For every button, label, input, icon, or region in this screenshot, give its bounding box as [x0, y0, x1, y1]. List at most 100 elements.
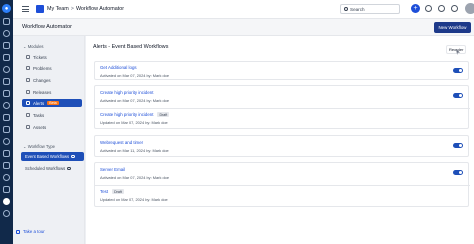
- users-icon[interactable]: [3, 138, 10, 145]
- workflow-name[interactable]: Create high priority incident Draft: [100, 112, 170, 117]
- workflow-type-label: Scheduled Workflows: [25, 166, 66, 171]
- page-header: Workflow Automator New Workflow: [13, 19, 474, 36]
- calendar-icon[interactable]: [3, 114, 10, 121]
- app-rail: ●: [0, 0, 13, 244]
- workflow-row: Test Draft Updated on Mar 07, 2024 by: Ma…: [100, 189, 465, 203]
- team-icon: [36, 5, 44, 13]
- row-divider: [95, 108, 470, 109]
- workflow-name-text: Webrequest and timer: [100, 140, 144, 145]
- workflow-toggle[interactable]: [453, 93, 463, 98]
- tickets-icon[interactable]: [3, 30, 10, 37]
- releases-icon: [26, 90, 30, 94]
- sidebar-item-label: Assets: [33, 124, 47, 130]
- workflow-toggle[interactable]: [453, 68, 463, 73]
- tour-label: Take a tour: [23, 229, 45, 234]
- workflow-toggle[interactable]: [453, 170, 463, 175]
- workflow-type-scheduled[interactable]: Scheduled Workflows: [21, 164, 84, 173]
- draft-badge: Draft: [112, 189, 124, 194]
- menu-icon[interactable]: [22, 6, 29, 12]
- workflow-meta: Updated on Mar 07, 2024 by: Mark doe: [100, 197, 168, 202]
- alerts-icon: [26, 101, 30, 105]
- changes-icon: [26, 78, 30, 82]
- assets-icon[interactable]: [3, 90, 10, 97]
- notifications-icon[interactable]: [425, 5, 432, 12]
- draft-badge: Draft: [157, 112, 170, 117]
- search-icon: [344, 7, 348, 11]
- sidebar-item-tasks[interactable]: Tasks: [22, 111, 82, 119]
- sidebar-item-label: Alerts: [33, 100, 45, 106]
- sidebar: ⌄ Modules Tickets Problems Changes Relea…: [13, 36, 85, 244]
- app-logo-icon[interactable]: ●: [2, 4, 11, 13]
- modules-label: Modules: [27, 44, 44, 49]
- workflow-card: Server Email Activated on Mar 07, 2024 b…: [94, 162, 470, 207]
- breadcrumb-app[interactable]: Workflow Automator: [76, 6, 124, 12]
- sidebar-item-changes[interactable]: Changes: [22, 76, 82, 84]
- workflow-card: Webrequest and timer Activated on Mar 11…: [94, 135, 469, 157]
- alerts-icon[interactable]: [3, 78, 10, 85]
- workflow-meta: Activated on Mar 11, 2024 by: Mark doe: [100, 148, 169, 153]
- workflow-name-text: Create high priority incident: [100, 112, 154, 117]
- workflow-name[interactable]: Create high priority incident: [100, 90, 153, 95]
- help-icon[interactable]: [3, 210, 10, 217]
- monitor-icon[interactable]: [3, 162, 10, 169]
- workflow-toggle[interactable]: [453, 143, 463, 148]
- search-label: Search: [350, 6, 365, 12]
- workflow-name[interactable]: Server Email: [100, 167, 125, 172]
- info-icon: [67, 166, 71, 171]
- tickets-icon: [26, 55, 30, 59]
- workflow-name[interactable]: Get Additional logs: [100, 65, 137, 70]
- breadcrumb-separator: >: [70, 6, 74, 12]
- sidebar-item-label: Changes: [33, 77, 51, 83]
- sidebar-item-problems[interactable]: Problems: [22, 64, 82, 72]
- sidebar-item-tickets[interactable]: Tickets: [22, 53, 82, 61]
- new-workflow-button[interactable]: New Workflow: [434, 22, 471, 33]
- top-bar: My Team > Workflow Automator Search +: [13, 0, 474, 19]
- add-icon[interactable]: +: [411, 4, 420, 13]
- releases-icon[interactable]: [3, 66, 10, 73]
- search-box[interactable]: Search: [340, 4, 400, 14]
- workflow-card: Create high priority incident Activated …: [94, 85, 470, 129]
- workflow-name[interactable]: Webrequest and timer: [100, 140, 143, 145]
- workflow-type-event[interactable]: Event Based Workflows: [21, 152, 84, 161]
- breadcrumb: My Team > Workflow Automator: [47, 6, 124, 12]
- analytics-icon[interactable]: [3, 174, 10, 181]
- problems-icon[interactable]: [3, 42, 10, 49]
- row-divider: [95, 185, 470, 186]
- workflow-meta: Activated on Mar 07, 2024 by: Mark doe: [100, 98, 169, 103]
- integrations-icon[interactable]: [3, 150, 10, 157]
- assets-icon: [26, 125, 30, 129]
- settings-icon[interactable]: [3, 198, 10, 205]
- workflow-name-text: Test: [100, 189, 109, 194]
- sidebar-item-label: Problems: [33, 65, 52, 71]
- workflow-row: Webrequest and timer Activated on Mar 11…: [100, 140, 465, 154]
- section-heading: Alerts - Event Based Workflows: [93, 44, 169, 50]
- knowledge-icon[interactable]: [3, 126, 10, 133]
- sidebar-item-alerts[interactable]: Alerts Beta: [22, 99, 82, 107]
- apps-icon[interactable]: [451, 5, 458, 12]
- breadcrumb-team[interactable]: My Team: [47, 6, 69, 12]
- sidebar-item-label: Tickets: [33, 54, 47, 60]
- workflow-type-heading: ⌄ Workflow Type: [23, 144, 55, 149]
- sidebar-item-assets[interactable]: Assets: [22, 123, 82, 131]
- workflow-name[interactable]: Test Draft: [100, 189, 124, 194]
- workflow-meta: Activated on Mar 07, 2024 by: Mark doe: [100, 175, 169, 180]
- sidebar-item-label: Tasks: [33, 112, 45, 118]
- home-icon[interactable]: [3, 18, 10, 25]
- workflow-meta: Activated on Mar 07, 2024 by: Mark doe: [100, 73, 169, 78]
- workflow-name-text: Server Email: [100, 167, 126, 172]
- tasks-icon: [26, 113, 30, 117]
- avatar[interactable]: [465, 3, 474, 14]
- workflow-meta: Updated on Mar 07, 2024 by: Mark doe: [100, 120, 168, 125]
- sidebar-item-releases[interactable]: Releases: [22, 88, 82, 96]
- help-icon[interactable]: [438, 5, 445, 12]
- reports-icon[interactable]: [3, 102, 10, 109]
- workflow-name-text: Create high priority incident: [100, 90, 154, 95]
- workflow-row: Server Email Activated on Mar 07, 2024 b…: [100, 167, 465, 181]
- workflow-type-label: Workflow Type: [27, 144, 55, 149]
- modules-heading: ⌄ Modules: [23, 44, 44, 49]
- page-title: Workflow Automator: [22, 24, 72, 30]
- changes-icon[interactable]: [3, 54, 10, 61]
- folder-icon[interactable]: [3, 186, 10, 193]
- take-a-tour-link[interactable]: Take a tour: [16, 229, 45, 234]
- tour-icon: [16, 229, 20, 234]
